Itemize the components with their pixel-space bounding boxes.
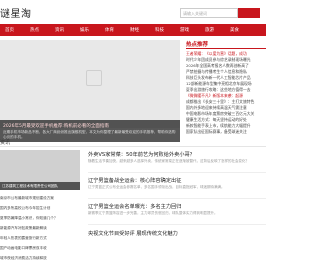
header: 谜星淘 请输入关键词: [0, 0, 266, 24]
side-caption[interactable]: 江苏建筑工程技术有限责任公司团队: [2, 184, 79, 189]
article-divider: [88, 224, 266, 225]
section-title: 资讯: [0, 140, 11, 146]
side-list-item[interactable]: 国产动画电影口碑票房双丰收: [0, 246, 84, 251]
search-placeholder: 请输入关键词: [183, 11, 207, 16]
site-logo[interactable]: 谜星淘: [0, 5, 32, 20]
article-divider: [88, 198, 266, 199]
nav-item[interactable]: 体育: [105, 27, 114, 33]
nav-item[interactable]: 科技: [155, 27, 164, 33]
article-title[interactable]: 辽宁男篮备战全运会：核心阵容确定出征: [88, 177, 266, 184]
side-list-item[interactable]: 城市夜经济消费活力持续释放: [0, 256, 84, 261]
main-nav: 首页 热点 资讯 娱乐 体育 财经 科技 游戏 旅游 美食: [0, 24, 266, 36]
hero-image[interactable]: [0, 40, 180, 128]
hot-divider: [186, 48, 266, 49]
hero-title[interactable]: 2026年5月最受欢迎手机推荐:购机前必看的全面指南: [3, 123, 178, 129]
hot-title: 热点推荐: [186, 40, 208, 48]
side-list-item[interactable]: 国内多所高校公布今年招生计划: [0, 206, 84, 211]
hot-item[interactable]: 国家队出征国际赛事，备受球迷关注: [186, 129, 266, 135]
article-title[interactable]: 辽宁男篮全运会名单曝光：多名主力回归: [88, 203, 266, 210]
nav-item[interactable]: 财经: [130, 27, 139, 33]
nav-item-home[interactable]: 首页: [5, 27, 14, 33]
article-title[interactable]: 央视文化节目受好评 展现传统文化魅力: [88, 230, 266, 237]
nav-item[interactable]: 旅游: [205, 27, 214, 33]
article-desc: 辽宁男篮正式公布全运会参赛名单，多名国手领衔出战，目标直指冠军，球迷期待满满。: [88, 185, 225, 189]
nav-item[interactable]: 资讯: [55, 27, 64, 33]
side-list-item[interactable]: 新能源汽车补贴政策最新解读: [0, 226, 84, 231]
nav-item[interactable]: 热点: [30, 27, 39, 33]
image-placeholder-icon: [86, 70, 102, 86]
article-title[interactable]: 外卖VS家常菜：50年前艺为何败给外卖小哥？: [88, 151, 266, 158]
section-bar: [0, 138, 266, 147]
article-desc: 新赛季辽宁男篮阵容进一步完善，主力球员伤愈回归，球队整体实力得到明显提升。: [88, 211, 218, 215]
search-button[interactable]: [238, 8, 260, 18]
side-list-item[interactable]: 南京市公布最新城市规划建设方案: [0, 196, 84, 201]
nav-item[interactable]: 游戏: [180, 27, 189, 33]
nav-item[interactable]: 娱乐: [80, 27, 89, 33]
side-list-item[interactable]: 年轻人热衷的露营旅行新方式: [0, 236, 84, 241]
search-input[interactable]: 请输入关键词: [180, 8, 238, 18]
nav-item[interactable]: 美食: [230, 27, 239, 33]
article-divider: [88, 172, 266, 173]
article-desc: 随着生活节奏加快，越来越多人选择外卖，传统家常菜正在逐渐被替代，这背后反映了怎样…: [88, 159, 249, 163]
side-list-item[interactable]: 夏季防暑降温小常识，你知道几个？: [0, 216, 84, 221]
